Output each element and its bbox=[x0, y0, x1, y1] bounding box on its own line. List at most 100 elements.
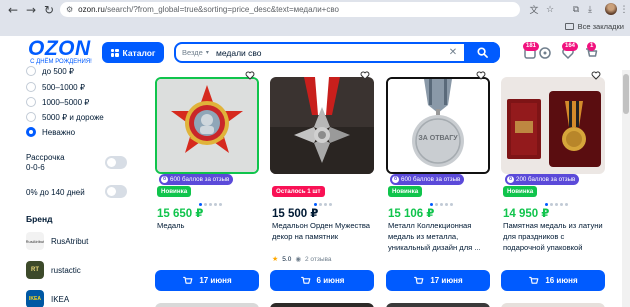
favorite-heart-icon[interactable] bbox=[476, 70, 486, 80]
cart-icon bbox=[183, 276, 193, 284]
delivery-cart-button[interactable]: 6 июня bbox=[270, 270, 374, 291]
translate-icon[interactable]: 文 bbox=[528, 2, 540, 17]
bookmark-star-icon[interactable]: ☆ bbox=[544, 2, 556, 17]
product-card[interactable]: Осталось 1 шт 15 500 ₽ Медальон Орден Му… bbox=[270, 70, 374, 307]
clear-search-icon[interactable]: ✕ bbox=[446, 47, 460, 58]
search-bar: Везде ▾ ✕ bbox=[174, 42, 500, 63]
favorite-heart-icon[interactable] bbox=[591, 70, 601, 80]
price-option-label: 500–1000 ₽ bbox=[42, 82, 85, 92]
search-scope-label: Везде bbox=[182, 48, 203, 57]
radio-button[interactable] bbox=[26, 112, 36, 122]
bookmarks-bar: Все закладки bbox=[0, 19, 630, 36]
cart-icon[interactable]: 1 bbox=[584, 42, 598, 60]
points-icon: б bbox=[161, 176, 168, 183]
medal-inscription: ЗА ОТВАГУ bbox=[418, 135, 458, 142]
radio-button[interactable] bbox=[26, 66, 36, 76]
product-image[interactable]: ЗА ОТВАГУ bbox=[386, 77, 490, 174]
browser-chrome: ← → ↻ ⚙ ozon.ru/search/?from_global=true… bbox=[0, 0, 630, 36]
orders-icon[interactable]: 181 bbox=[523, 42, 540, 60]
reviews-count[interactable]: 2 отзыва bbox=[305, 256, 332, 263]
product-price: 14 950 ₽ bbox=[503, 208, 550, 220]
zero-percent-label: 0% до 140 дней bbox=[26, 188, 85, 197]
site-info-icon[interactable]: ⚙ bbox=[66, 5, 73, 14]
price-option-label: до 500 ₽ bbox=[42, 66, 74, 76]
product-title[interactable]: Медаль bbox=[157, 220, 257, 231]
star-icon: ★ bbox=[272, 256, 279, 263]
product-image[interactable] bbox=[501, 77, 605, 174]
menu-icon[interactable]: ⋮ bbox=[620, 2, 629, 17]
product-title[interactable]: Металл Коллекционная медаль из металла, … bbox=[388, 220, 488, 253]
cart-icon bbox=[529, 276, 539, 284]
scrollbar-thumb[interactable] bbox=[623, 74, 629, 114]
forward-icon[interactable]: → bbox=[22, 1, 40, 19]
address-bar[interactable]: ⚙ ozon.ru/search/?from_global=true&sorti… bbox=[60, 2, 520, 17]
price-option-5[interactable]: Неважно bbox=[26, 127, 75, 137]
folder-icon bbox=[564, 23, 574, 30]
product-card[interactable]: б 200 баллов за отзыв Новинка 14 950 ₽ Па… bbox=[501, 70, 605, 307]
brand-item[interactable]: RT rustactic bbox=[26, 261, 81, 279]
product-image[interactable] bbox=[155, 77, 259, 174]
favorite-heart-icon[interactable] bbox=[360, 70, 370, 80]
delivery-cart-button[interactable]: 16 июня bbox=[501, 270, 605, 291]
favorites-icon[interactable]: 164 bbox=[561, 42, 579, 60]
promo-text: 600 баллов за отзыв bbox=[401, 176, 461, 183]
back-icon[interactable]: ← bbox=[4, 1, 22, 19]
price-option-3[interactable]: 1000–5000 ₽ bbox=[26, 97, 89, 107]
product-rating: ★ 5.0 ◉ 2 отзыва bbox=[272, 255, 332, 264]
logo-text: OZON bbox=[28, 37, 91, 60]
download-icon[interactable]: ⤓ bbox=[584, 2, 596, 17]
delivery-cart-button[interactable]: 17 июня bbox=[155, 270, 259, 291]
filters-sidebar: до 500 ₽ 500–1000 ₽ 1000–5000 ₽ 5000 ₽ и… bbox=[0, 66, 145, 307]
product-title[interactable]: Памятная медаль из латуни для праздников… bbox=[503, 220, 603, 253]
brand-item[interactable]: IKEA IKEA bbox=[26, 290, 69, 307]
favorite-heart-icon[interactable] bbox=[245, 70, 255, 80]
brand-logo: RusAtribut bbox=[26, 232, 44, 250]
radio-button-selected[interactable] bbox=[26, 127, 36, 137]
page-scrollbar[interactable] bbox=[622, 70, 630, 307]
ozon-logo[interactable]: OZON С ДНЁМ РОЖДЕНИЯ! bbox=[28, 37, 94, 65]
delivery-date: 6 июня bbox=[316, 276, 345, 285]
orders-badge: 181 bbox=[523, 42, 540, 51]
rating-value: 5.0 bbox=[282, 255, 292, 263]
installment-subtitle: 0-0-6 bbox=[26, 163, 45, 172]
price-option-label: Неважно bbox=[42, 127, 76, 137]
product-price: 15 106 ₽ bbox=[388, 208, 435, 220]
catalog-grid-icon bbox=[110, 48, 119, 57]
product-tag: Новинка bbox=[388, 186, 423, 197]
product-title[interactable]: Медальон Орден Мужества декор на памятни… bbox=[272, 220, 372, 242]
product-price: 15 650 ₽ bbox=[157, 208, 204, 220]
price-option-2[interactable]: 500–1000 ₽ bbox=[26, 82, 85, 92]
zero-percent-toggle[interactable] bbox=[105, 185, 127, 198]
all-bookmarks[interactable]: Все закладки bbox=[564, 22, 624, 31]
radio-button[interactable] bbox=[26, 97, 36, 107]
search-scope-select[interactable]: Везде ▾ bbox=[176, 48, 216, 57]
chevron-down-icon: ▾ bbox=[205, 50, 209, 56]
price-option-4[interactable]: 5000 ₽ и дороже bbox=[26, 112, 104, 122]
product-tag: Осталось 1 шт bbox=[272, 186, 325, 197]
search-button[interactable] bbox=[464, 42, 500, 63]
catalog-button[interactable]: Каталог bbox=[102, 42, 164, 63]
brand-item[interactable]: RusAtribut RusAtribut bbox=[26, 232, 88, 250]
product-card[interactable]: ЗА ОТВАГУ б 600 баллов за отзыв Новинка 1… bbox=[386, 70, 490, 307]
next-row-card bbox=[270, 303, 374, 307]
extensions-icon[interactable]: ⧉ bbox=[570, 2, 582, 17]
reload-icon[interactable]: ↻ bbox=[40, 1, 58, 19]
next-row-card bbox=[501, 303, 605, 307]
brand-name: IKEA bbox=[51, 294, 70, 304]
price-option-1[interactable]: до 500 ₽ bbox=[26, 66, 74, 76]
product-image[interactable] bbox=[270, 77, 374, 174]
profile-avatar[interactable] bbox=[605, 3, 617, 15]
brand-name: RusAtribut bbox=[51, 236, 89, 246]
messages-icon[interactable] bbox=[538, 46, 552, 60]
reviews-icon: ◉ bbox=[295, 256, 301, 263]
product-card[interactable]: б 600 баллов за отзыв Новинка 15 650 ₽ Ме… bbox=[155, 70, 259, 307]
radio-button[interactable] bbox=[26, 82, 36, 92]
search-input[interactable] bbox=[216, 47, 446, 58]
next-row-card bbox=[386, 303, 490, 307]
delivery-cart-button[interactable]: 17 июня bbox=[386, 270, 490, 291]
cart-icon bbox=[300, 276, 310, 284]
installment-toggle[interactable] bbox=[105, 156, 127, 169]
product-tag: Новинка bbox=[157, 186, 192, 197]
price-option-label: 1000–5000 ₽ bbox=[42, 97, 90, 107]
medal-image bbox=[157, 79, 257, 172]
